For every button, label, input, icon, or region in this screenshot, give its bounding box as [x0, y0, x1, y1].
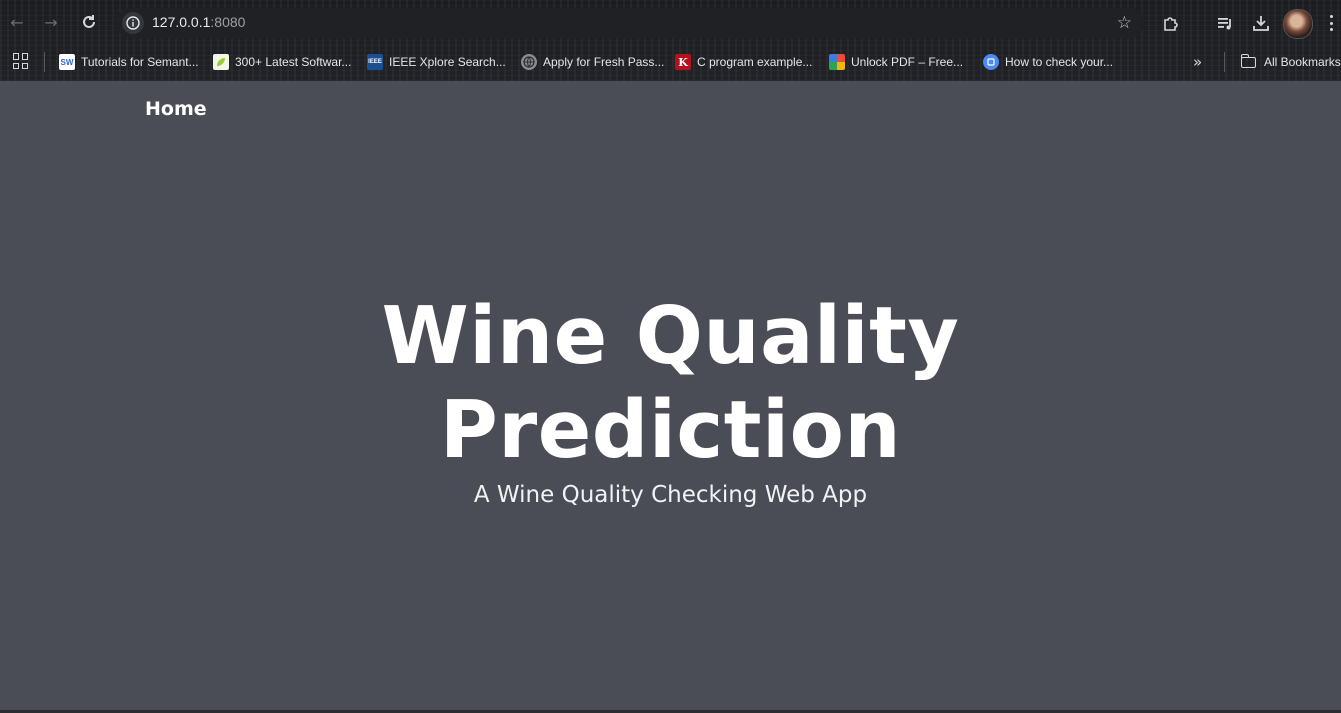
page-body: Home Wine Quality Prediction A Wine Qual… [0, 81, 1341, 710]
bookmark-label: Apply for Fresh Pass... [543, 55, 665, 69]
ilovepdf-favicon-icon [829, 54, 845, 70]
bookmark-label: Tutorials for Semant... [81, 55, 199, 69]
profile-avatar[interactable] [1283, 9, 1313, 39]
url-port: :8080 [210, 14, 246, 30]
all-bookmarks-button[interactable]: All Bookmarks [1240, 52, 1341, 72]
bookmarks-divider [1224, 52, 1225, 72]
bookmark-label: How to check your... [1005, 55, 1114, 69]
browser-menu-icon[interactable] [1326, 12, 1336, 34]
bookmark-item[interactable]: IEEE IEEE Xplore Search... [367, 52, 506, 72]
more-bookmarks-chevron-icon[interactable]: » [1193, 53, 1202, 71]
bookmark-label: C program example... [697, 55, 813, 69]
globe-favicon-icon [521, 54, 537, 70]
bookmarks-divider [44, 52, 45, 72]
hero-title: Wine Quality Prediction [0, 289, 1341, 477]
reload-icon[interactable] [76, 9, 102, 35]
bookmark-item[interactable]: SW Tutorials for Semant... [59, 52, 199, 72]
bookmark-label: 300+ Latest Softwar... [235, 55, 352, 69]
browser-chrome: ← → 127.0.0.1:8080 ☆ SW Tutorials for Se… [0, 0, 1341, 81]
bookmark-star-icon[interactable]: ☆ [1117, 13, 1132, 33]
site-info-icon[interactable] [122, 12, 144, 34]
bookmark-label: IEEE Xplore Search... [389, 55, 506, 69]
url-text[interactable]: 127.0.0.1:8080 [152, 14, 245, 30]
all-bookmarks-label: All Bookmarks [1264, 55, 1341, 69]
folder-icon [1240, 53, 1256, 68]
address-bar[interactable]: 127.0.0.1:8080 ☆ [116, 8, 1144, 38]
url-host: 127.0.0.1 [152, 14, 211, 30]
nav-home-link[interactable]: Home [145, 98, 207, 120]
blue-circle-favicon-icon [983, 54, 999, 70]
hero-title-line2: Prediction [439, 384, 902, 476]
bookmark-item[interactable]: Unlock PDF – Free... [829, 52, 963, 72]
hero-title-line1: Wine Quality [381, 290, 960, 382]
extensions-puzzle-icon[interactable] [1160, 12, 1182, 34]
sw-favicon-icon: SW [59, 54, 75, 70]
bookmark-label: Unlock PDF – Free... [851, 55, 964, 69]
bookmark-item[interactable]: K C program example... [675, 52, 812, 72]
apps-grid-icon[interactable] [13, 53, 29, 69]
bookmarks-bar: SW Tutorials for Semant... 300+ Latest S… [0, 44, 1341, 79]
back-arrow-icon[interactable]: ← [4, 9, 30, 35]
browser-toolbar: ← → 127.0.0.1:8080 ☆ [0, 0, 1341, 44]
ieee-favicon-icon: IEEE [367, 54, 383, 70]
media-queue-icon[interactable] [1214, 12, 1236, 34]
k-favicon-icon: K [675, 54, 691, 70]
bookmark-item[interactable]: Apply for Fresh Pass... [521, 52, 664, 72]
forward-arrow-icon[interactable]: → [38, 9, 64, 35]
hero-subtitle: A Wine Quality Checking Web App [473, 482, 868, 508]
bookmark-item[interactable]: How to check your... [983, 52, 1113, 72]
download-icon[interactable] [1250, 12, 1272, 34]
leaf-favicon-icon [213, 54, 229, 70]
bookmark-item[interactable]: 300+ Latest Softwar... [213, 52, 351, 72]
